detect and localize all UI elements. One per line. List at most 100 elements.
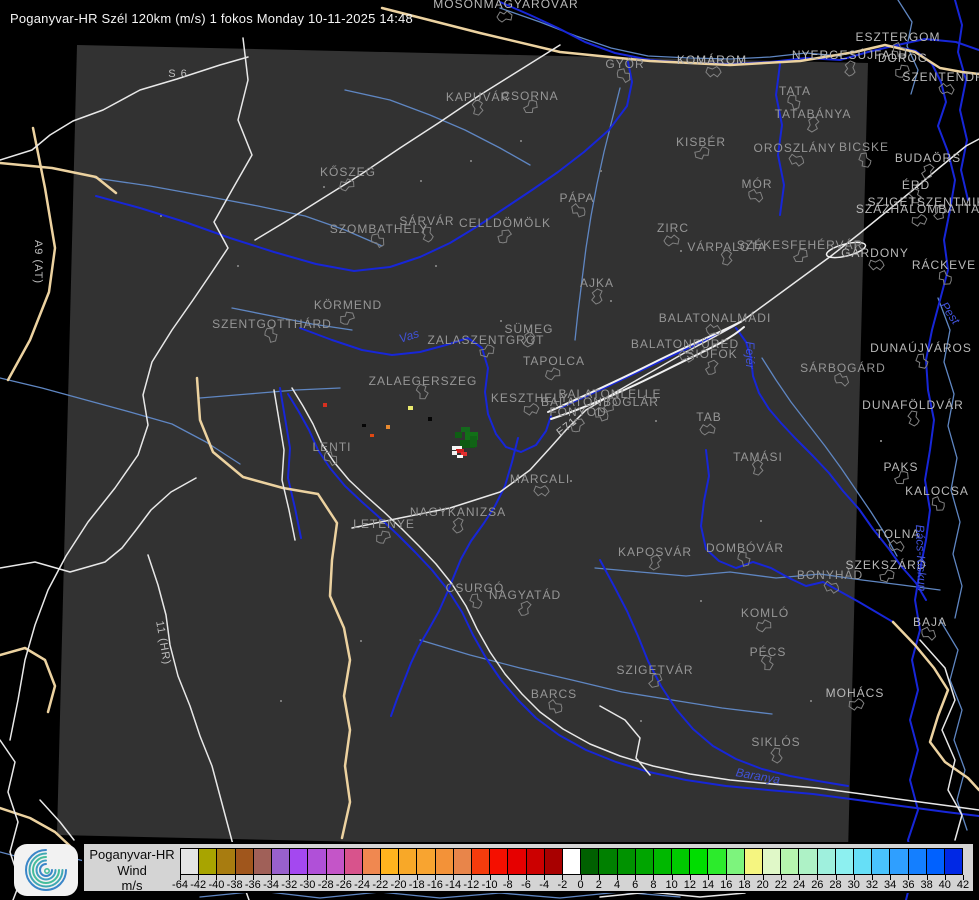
legend-tick-label: 4 [614, 879, 620, 891]
legend-tick-label: -26 [336, 879, 352, 891]
legend-tick-label: -24 [354, 879, 370, 891]
legend-tick-label: -12 [463, 879, 479, 891]
legend-color-cell [745, 849, 762, 874]
legend-tick-label: -42 [190, 879, 206, 891]
legend-tick-label: -10 [482, 879, 498, 891]
app-logo [14, 844, 78, 896]
legend-color-cell [818, 849, 835, 874]
legend-tick-label: 22 [775, 879, 787, 891]
legend-color-cell [563, 849, 580, 874]
legend-tick-label: 16 [720, 879, 732, 891]
legend-colorbar [180, 848, 963, 875]
legend-tick-label: -34 [263, 879, 279, 891]
legend-color-cell [472, 849, 489, 874]
legend-color-cell [272, 849, 289, 874]
legend-color-cell [708, 849, 725, 874]
legend-tick-label: -18 [409, 879, 425, 891]
legend-color-cell [345, 849, 362, 874]
legend-tick-label: 12 [684, 879, 696, 891]
map-title: Poganyvar-HR Szél 120km (m/s) 1 fokos Mo… [10, 11, 413, 26]
legend-text-block: Poganyvar-HR Wind m/s [84, 844, 180, 891]
legend-tick-label: 30 [848, 879, 860, 891]
legend-tick-label: -4 [539, 879, 549, 891]
legend-color-cell [945, 849, 962, 874]
legend-tick-label: 0 [578, 879, 584, 891]
legend-panel: Poganyvar-HR Wind m/s -64-42-40-38-36-34… [82, 842, 975, 893]
legend-color-cell [927, 849, 944, 874]
legend-color-cell [490, 849, 507, 874]
legend-tick-label: 14 [702, 879, 714, 891]
legend-tick-label: 2 [596, 879, 602, 891]
legend-tick-label: 10 [666, 879, 678, 891]
legend-tick-label: 32 [866, 879, 878, 891]
legend-color-cell [618, 849, 635, 874]
legend-tick-label: 18 [738, 879, 750, 891]
legend-color-cell [508, 849, 525, 874]
radar-coverage-area [57, 45, 868, 853]
legend-tick-label: 26 [811, 879, 823, 891]
legend-color-cell [454, 849, 471, 874]
legend-color-cell [890, 849, 907, 874]
legend-color-cell [181, 849, 198, 874]
legend-color-cell [836, 849, 853, 874]
legend-tick-label: 42 [957, 879, 969, 891]
legend-tick-label: -64 [172, 879, 188, 891]
legend-color-cell [290, 849, 307, 874]
legend-color-cell [654, 849, 671, 874]
legend-tick-label: 20 [757, 879, 769, 891]
legend-color-cell [381, 849, 398, 874]
legend-color-cell [799, 849, 816, 874]
legend-color-cell [436, 849, 453, 874]
legend-colorbar-wrap: -64-42-40-38-36-34-32-30-28-26-24-22-20-… [180, 848, 963, 891]
cyclone-spiral-icon [14, 844, 78, 896]
legend-color-cell [327, 849, 344, 874]
legend-unit: m/s [84, 878, 180, 894]
legend-color-cell [909, 849, 926, 874]
legend-color-cell [781, 849, 798, 874]
legend-tick-label: -8 [503, 879, 513, 891]
legend-color-cell [527, 849, 544, 874]
legend-tick-label: 24 [793, 879, 805, 891]
legend-tick-label: -28 [318, 879, 334, 891]
legend-tick-label: -6 [521, 879, 531, 891]
legend-color-cell [727, 849, 744, 874]
legend-model: Poganyvar-HR [84, 847, 180, 863]
legend-tick-label: 38 [920, 879, 932, 891]
legend-tick-label: -36 [245, 879, 261, 891]
legend-tick-label: 34 [884, 879, 896, 891]
legend-color-cell [217, 849, 234, 874]
legend-color-cell [254, 849, 271, 874]
legend-color-cell [854, 849, 871, 874]
legend-color-cell [236, 849, 253, 874]
legend-color-cell [599, 849, 616, 874]
legend-tick-label: 28 [829, 879, 841, 891]
legend-color-cell [417, 849, 434, 874]
legend-tick-label: 36 [902, 879, 914, 891]
legend-tick-label: -2 [558, 879, 568, 891]
legend-color-cell [581, 849, 598, 874]
legend-tick-label: 8 [650, 879, 656, 891]
legend-tick-label: -32 [281, 879, 297, 891]
legend-tick-label: 40 [939, 879, 951, 891]
legend-color-cell [545, 849, 562, 874]
legend-tick-label: -38 [227, 879, 243, 891]
legend-color-cell [690, 849, 707, 874]
legend-tick-label: 6 [632, 879, 638, 891]
legend-color-cell [399, 849, 416, 874]
legend-color-cell [636, 849, 653, 874]
legend-color-cell [363, 849, 380, 874]
base-map [0, 0, 979, 900]
legend-color-cell [872, 849, 889, 874]
legend-variable: Wind [84, 863, 180, 879]
legend-tick-label: -22 [372, 879, 388, 891]
legend-ticks: -64-42-40-38-36-34-32-30-28-26-24-22-20-… [180, 875, 963, 893]
legend-tick-label: -30 [300, 879, 316, 891]
legend-color-cell [672, 849, 689, 874]
legend-color-cell [308, 849, 325, 874]
legend-tick-label: -20 [391, 879, 407, 891]
radar-viewer: MOSONMAGYARÓVÁRGYŐRKAPUVÁRCSORNAKOMÁROME… [0, 0, 979, 900]
legend-color-cell [763, 849, 780, 874]
legend-tick-label: -40 [208, 879, 224, 891]
legend-color-cell [199, 849, 216, 874]
legend-tick-label: -16 [427, 879, 443, 891]
